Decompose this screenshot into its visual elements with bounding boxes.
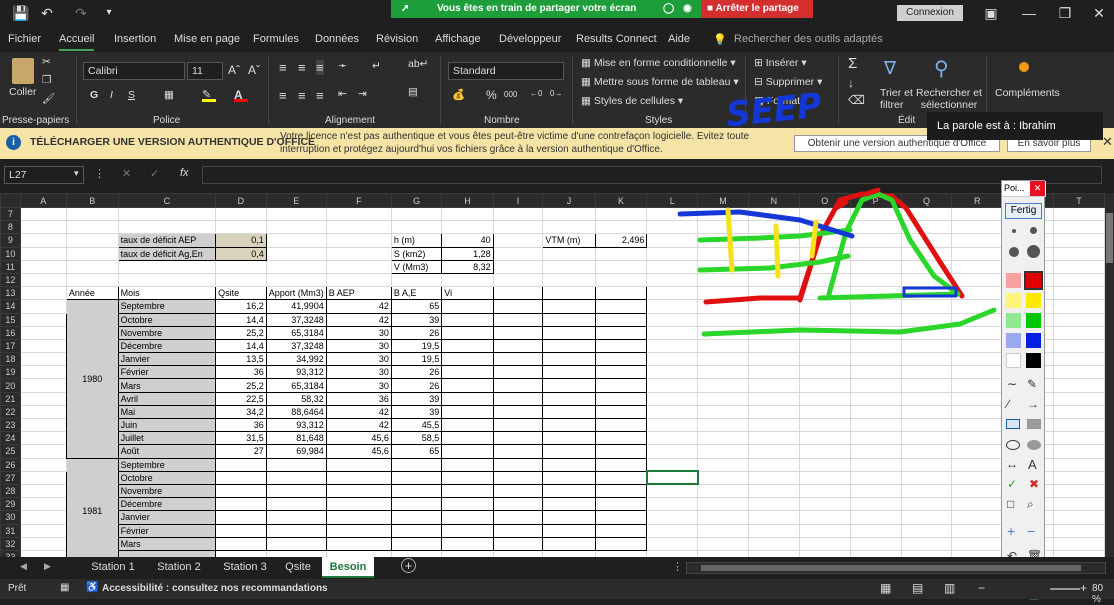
highlighter-icon[interactable]: ✎ xyxy=(1027,377,1037,391)
zoom-out-icon[interactable]: − xyxy=(1027,523,1035,539)
prev-sheet-icon[interactable]: ◀ xyxy=(20,561,27,572)
horizontal-scroll-thumb[interactable] xyxy=(701,565,1081,571)
add-sheet-icon[interactable]: + xyxy=(401,558,416,573)
pen-size-small[interactable] xyxy=(1012,229,1016,233)
pen-panel-title: Poi... xyxy=(1004,183,1025,193)
status-ready: Prêt xyxy=(8,583,27,594)
filled-ellipse-icon[interactable] xyxy=(1027,440,1041,450)
line-icon[interactable]: ∕ xyxy=(1007,397,1009,411)
color-green[interactable] xyxy=(1026,313,1041,328)
zoom-slider[interactable] xyxy=(1050,588,1080,590)
pen-size-large[interactable] xyxy=(1009,247,1019,257)
accessibility-icon[interactable]: ♿ xyxy=(86,582,98,593)
color-light-yellow[interactable] xyxy=(1006,293,1021,308)
arrow-icon[interactable]: → xyxy=(1027,397,1039,411)
text-tool-icon[interactable]: A xyxy=(1028,457,1037,472)
page-break-icon[interactable]: ▥ xyxy=(944,581,955,595)
color-red[interactable] xyxy=(1024,271,1043,290)
vertical-scrollbar[interactable] xyxy=(1105,193,1114,557)
zoom-in-status-icon[interactable]: + xyxy=(1080,581,1087,595)
freehand-icon[interactable]: ∼ xyxy=(1007,377,1017,391)
pen-size-medium[interactable] xyxy=(1030,227,1037,234)
tab-station-1[interactable]: Station 1 xyxy=(84,557,142,578)
cross-icon[interactable]: ✖ xyxy=(1029,477,1039,491)
zoom-level[interactable]: 80 % xyxy=(1092,583,1114,605)
pen-annotation-layer: SEEP xyxy=(677,86,997,337)
accessibility-text[interactable]: Accessibilité : consultez nos recommanda… xyxy=(102,583,328,594)
fertig-button[interactable]: Fertig xyxy=(1005,203,1042,219)
ellipse-icon[interactable] xyxy=(1006,440,1020,450)
color-blue[interactable] xyxy=(1026,333,1041,348)
sheet-tab-bar: ◀ ▶ Station 1 Station 2 Station 3 Qsite … xyxy=(0,557,1114,579)
color-black[interactable] xyxy=(1026,353,1041,368)
water-line-2 xyxy=(697,253,851,273)
status-bar: Prêt ▦ ♿ Accessibilité : consultez nos r… xyxy=(0,579,1114,605)
tab-besoin[interactable]: Besoin xyxy=(322,557,374,578)
color-white[interactable] xyxy=(1006,353,1021,368)
color-light-red[interactable] xyxy=(1006,273,1021,288)
tab-qsite[interactable]: Qsite xyxy=(280,557,316,578)
tab-station-3[interactable]: Station 3 xyxy=(216,557,274,578)
rectangle-icon[interactable] xyxy=(1006,419,1020,429)
close-panel-icon[interactable]: ✕ xyxy=(1030,181,1045,196)
filled-rectangle-icon[interactable] xyxy=(1027,419,1041,429)
pen-size-xlarge[interactable] xyxy=(1027,245,1040,258)
next-sheet-icon[interactable]: ▶ xyxy=(44,561,51,572)
horizontal-scrollbar[interactable] xyxy=(686,562,1106,574)
color-light-green[interactable] xyxy=(1006,313,1021,328)
check-icon[interactable]: ✓ xyxy=(1007,477,1017,491)
dam-red-inner xyxy=(797,233,823,303)
tab-split-icon: ⋮ xyxy=(672,561,683,573)
vertical-scroll-thumb[interactable] xyxy=(1106,213,1113,263)
zoom-icon[interactable]: ⌕ xyxy=(1027,497,1034,512)
annotation-text: SEEP xyxy=(724,86,824,136)
normal-view-icon[interactable]: ▦ xyxy=(880,581,891,595)
zoom-in-icon[interactable]: + xyxy=(1007,523,1015,539)
zoom-out-status-icon[interactable]: − xyxy=(978,581,985,595)
pen-tool-panel: Poi... ✕ Fertig ∼ ✎ ∕ → ↔ A ✓ ✖ □ ⌕ + − … xyxy=(1001,180,1046,600)
dam-outline-green xyxy=(817,191,961,301)
macro-icon[interactable]: ▦ xyxy=(60,582,69,593)
tab-station-2[interactable]: Station 2 xyxy=(150,557,208,578)
color-yellow[interactable] xyxy=(1026,293,1041,308)
page-layout-icon[interactable]: ▤ xyxy=(912,581,923,595)
double-arrow-icon[interactable]: ↔ xyxy=(1006,457,1018,471)
seepage-line xyxy=(701,307,997,337)
color-light-blue[interactable] xyxy=(1006,333,1021,348)
select-area-icon[interactable]: □ xyxy=(1007,497,1014,511)
